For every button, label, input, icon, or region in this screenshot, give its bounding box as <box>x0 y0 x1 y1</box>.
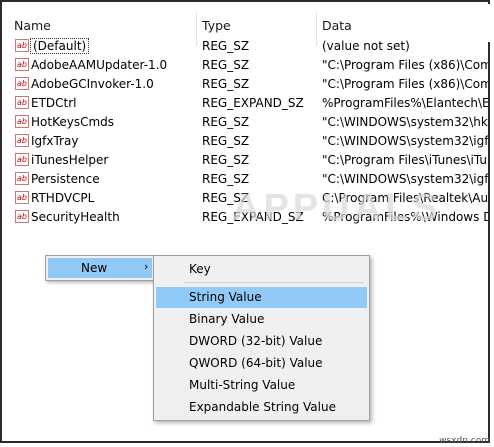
value-type: REG_SZ <box>202 153 250 167</box>
submenu-item-label: DWORD (32-bit) Value <box>189 334 323 348</box>
value-type: REG_SZ <box>202 134 250 148</box>
value-data: "C:\Program Files (x86)\Common <box>322 77 488 91</box>
value-type: REG_SZ <box>202 172 250 186</box>
registry-value-row[interactable]: ab HotKeysCmds REG_SZ "C:\WINDOWS\system… <box>4 114 490 133</box>
value-data: (value not set) <box>322 39 410 53</box>
watermark-logo: APPUALS <box>232 187 442 229</box>
submenu-item-string-value[interactable]: String Value <box>156 287 367 308</box>
submenu-item-label: Binary Value <box>189 312 265 326</box>
value-data: "C:\Program Files\iTunes\iTun <box>322 153 488 167</box>
string-value-icon: ab <box>15 115 29 128</box>
submenu-item-expandable-string-value[interactable]: Expandable String Value <box>156 397 367 418</box>
registry-value-row[interactable]: ab AdobeGCInvoker-1.0 REG_SZ "C:\Program… <box>4 76 490 95</box>
string-value-icon: ab <box>15 210 29 223</box>
menu-item-label: New <box>81 261 108 275</box>
registry-value-row[interactable]: ab IgfxTray REG_SZ "C:\WINDOWS\system32\… <box>4 133 490 152</box>
new-submenu: Key String Value Binary Value DWORD (32-… <box>153 255 370 421</box>
value-type: REG_SZ <box>202 58 250 72</box>
value-type: REG_SZ <box>202 77 250 91</box>
chevron-right-icon: › <box>144 260 149 273</box>
value-data: "C:\WINDOWS\system32\hkcm <box>322 115 488 129</box>
column-header-name[interactable]: Name <box>14 18 51 34</box>
submenu-item-qword-value[interactable]: QWORD (64-bit) Value <box>156 353 367 374</box>
string-value-icon: ab <box>15 96 29 109</box>
value-name: SecurityHealth <box>31 210 120 224</box>
value-data: "C:\WINDOWS\system32\igfxp <box>322 172 488 186</box>
footer-credit: wsxdn.com <box>439 436 490 446</box>
submenu-item-label: Key <box>189 262 211 276</box>
submenu-item-dword-value[interactable]: DWORD (32-bit) Value <box>156 331 367 352</box>
submenu-item-label: Expandable String Value <box>189 400 336 414</box>
submenu-item-multi-string-value[interactable]: Multi-String Value <box>156 375 367 396</box>
string-value-icon: ab <box>15 191 29 204</box>
string-value-icon: ab <box>15 153 29 166</box>
string-value-icon: ab <box>15 172 29 185</box>
value-name: RTHDVCPL <box>31 191 95 205</box>
value-name: AdobeAAMUpdater-1.0 <box>31 58 168 72</box>
value-name: ETDCtrl <box>31 96 77 110</box>
string-value-icon: ab <box>15 134 29 147</box>
registry-value-row[interactable]: ab iTunesHelper REG_SZ "C:\Program Files… <box>4 152 490 171</box>
value-data: %ProgramFiles%\Elantech\ETD <box>322 96 488 110</box>
submenu-item-label: Multi-String Value <box>189 378 296 392</box>
value-data: "C:\Program Files (x86)\Common <box>322 58 488 72</box>
column-header-data[interactable]: Data <box>322 18 352 34</box>
value-name: (Default) <box>29 38 90 54</box>
value-type: REG_EXPAND_SZ <box>202 96 304 110</box>
submenu-item-key[interactable]: Key <box>156 259 367 280</box>
string-value-icon: ab <box>15 58 29 71</box>
column-header-bar: Name Type Data <box>4 4 490 46</box>
value-type: REG_SZ <box>202 39 250 53</box>
string-value-icon: ab <box>15 77 29 90</box>
registry-editor-pane: Name Type Data ab (Default) REG_SZ (valu… <box>0 0 490 443</box>
context-menu: New › <box>45 255 155 281</box>
value-name: IgfxTray <box>31 134 79 148</box>
value-name: AdobeGCInvoker-1.0 <box>31 77 154 91</box>
value-name: HotKeysCmds <box>31 115 115 129</box>
column-header-type[interactable]: Type <box>202 18 231 34</box>
menu-item-new[interactable]: New › <box>48 258 152 278</box>
submenu-item-binary-value[interactable]: Binary Value <box>156 309 367 330</box>
registry-value-row[interactable]: ab ETDCtrl REG_EXPAND_SZ %ProgramFiles%\… <box>4 95 490 114</box>
value-type: REG_SZ <box>202 115 250 129</box>
menu-separator <box>184 282 364 283</box>
value-name: iTunesHelper <box>31 153 109 167</box>
string-value-icon: ab <box>15 39 29 52</box>
registry-value-row[interactable]: ab AdobeAAMUpdater-1.0 REG_SZ "C:\Progra… <box>4 57 490 76</box>
value-name: Persistence <box>31 172 100 186</box>
submenu-item-label: String Value <box>189 290 262 304</box>
value-data: "C:\WINDOWS\system32\igfxtr <box>322 134 488 148</box>
registry-value-row[interactable]: ab (Default) REG_SZ (value not set) <box>4 38 490 57</box>
submenu-item-label: QWORD (64-bit) Value <box>189 356 323 370</box>
